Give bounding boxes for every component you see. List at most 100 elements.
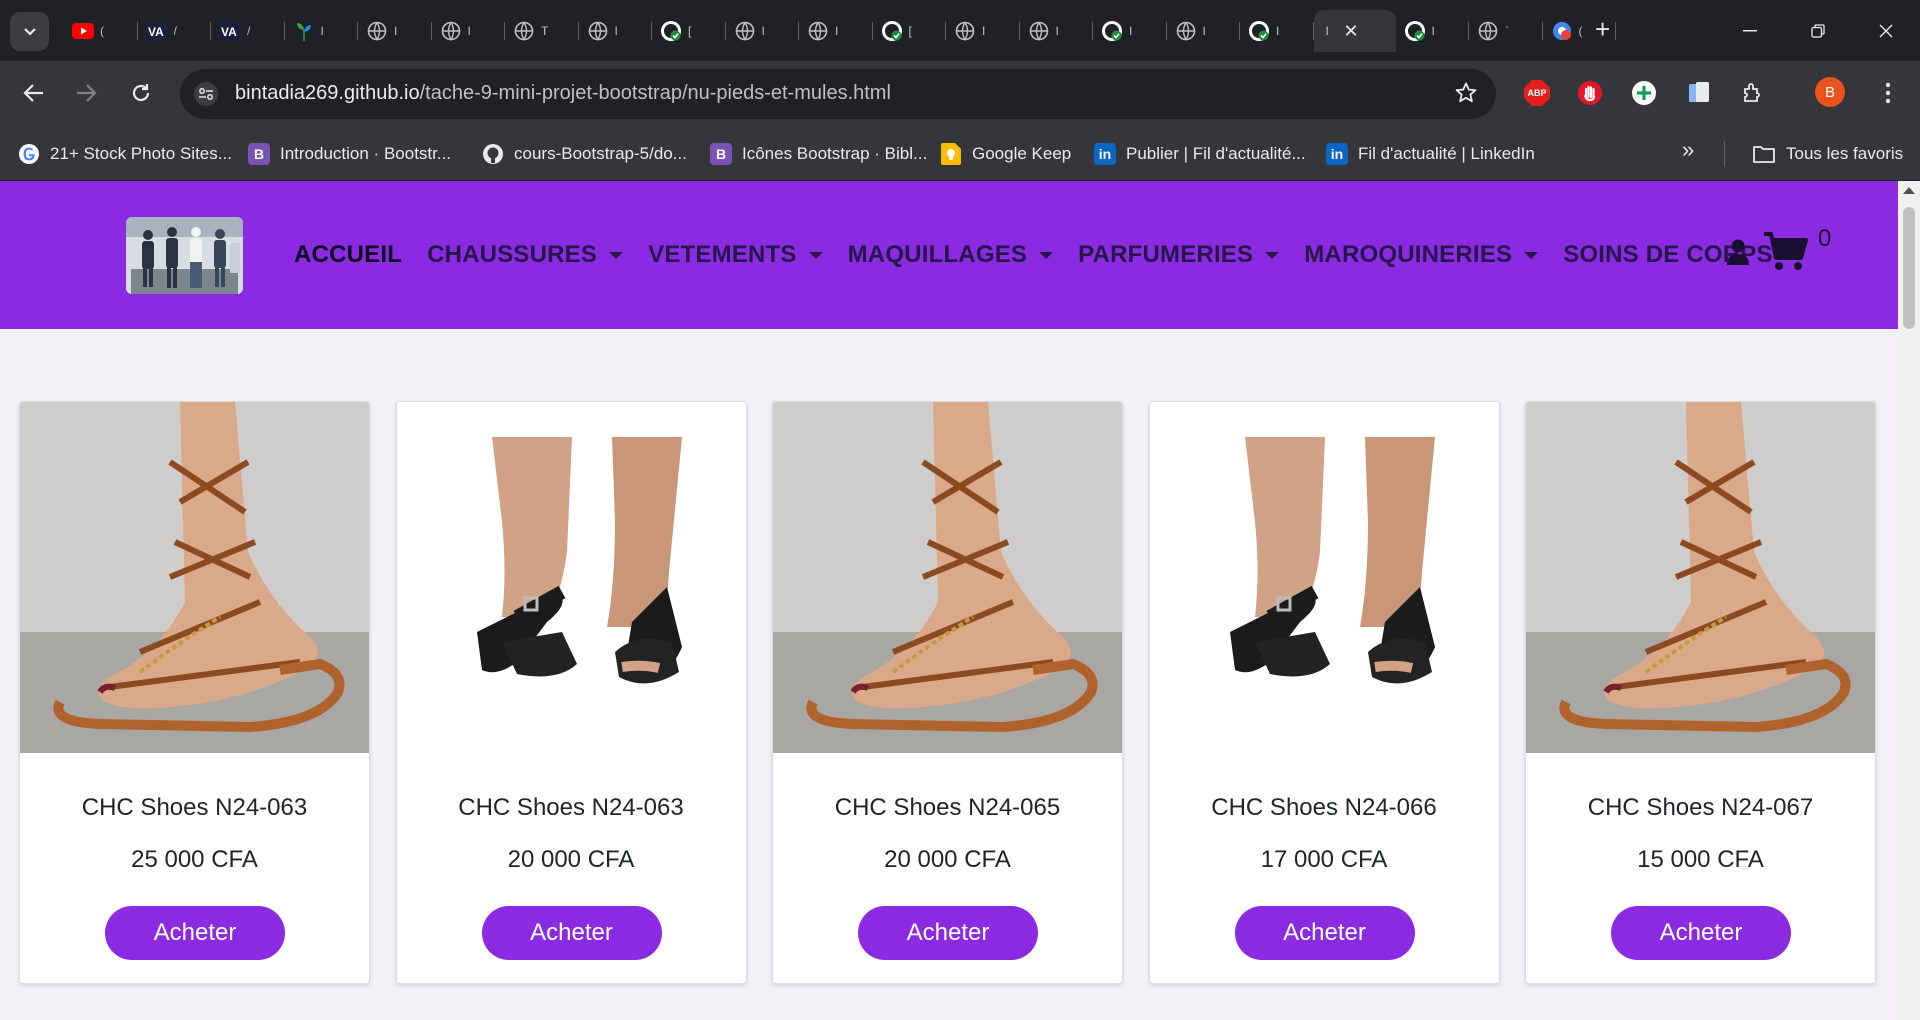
globe-icon [513,20,535,42]
product-price: 20 000 CFA [884,846,1011,873]
nav-item[interactable]: MAQUILLAGES [848,241,1054,269]
github-check-icon [660,20,682,42]
browser-tab[interactable]: [ [873,10,947,52]
site-info-button[interactable] [194,82,218,106]
active-browser-tab[interactable]: I ✕ [1313,10,1396,52]
tab-title: ( [100,24,104,38]
bookmark-star-button[interactable] [1454,81,1478,110]
nav-item-label: CHAUSSURES [427,241,598,268]
nav-item[interactable]: CHAUSSURES [427,241,624,269]
copy-extension[interactable] [1683,77,1715,109]
browser-menu-button[interactable] [1872,77,1904,109]
buy-button[interactable]: Acheter [1234,906,1415,960]
back-button[interactable] [16,75,52,111]
product-image-lace-up-tan-sandal[interactable] [773,402,1122,753]
browser-tab[interactable]: I [1020,10,1094,52]
product-price: 15 000 CFA [1637,846,1764,873]
nav-item[interactable]: PARFUMERIES [1078,241,1280,269]
browser-tab[interactable]: I [1167,10,1241,52]
tab-title: I [835,24,839,38]
bookmark-icon-letter: B [715,146,727,162]
browser-tab[interactable]: T [505,10,579,52]
browser-tab[interactable]: I [726,10,800,52]
buy-button[interactable]: Acheter [1611,906,1791,960]
product-image-black-strap-sandal[interactable] [396,402,746,753]
product-image-lace-up-tan-sandal[interactable] [20,402,369,753]
tab-search-button[interactable] [10,12,49,51]
all-bookmarks-folder[interactable]: Tous les favoris [1752,141,1903,167]
buy-button[interactable]: Acheter [481,906,662,960]
bootstrap-icon: B [248,143,270,165]
browser-tab[interactable]: VA / [138,10,212,52]
browser-tab[interactable]: I [579,10,653,52]
restore-button[interactable] [1784,0,1852,61]
globe-icon [1477,20,1499,42]
close-tab-icon[interactable]: ✕ [1344,21,1359,42]
profile-avatar[interactable]: B [1815,77,1845,107]
product-image-black-strap-sandal[interactable] [1149,402,1499,753]
globe-icon [366,20,388,42]
adblock-plus-extension[interactable]: ABP [1521,77,1553,109]
extensions-menu-button[interactable] [1737,77,1769,109]
user-account-button[interactable] [1727,239,1749,270]
browser-tab[interactable]: I [1396,10,1470,52]
github-check-icon [1101,20,1123,42]
cart-icon [1764,232,1808,270]
product-price: 25 000 CFA [131,846,258,873]
browser-tab[interactable]: VA / [211,10,285,52]
bookmark-item[interactable]: B Icônes Bootstrap · Bibl... [710,141,927,167]
browser-tab[interactable]: [ [652,10,726,52]
buy-button[interactable]: Acheter [105,906,285,960]
product-price: 17 000 CFA [1260,846,1388,873]
arrow-right-icon [77,84,97,102]
tab-title: I [614,24,618,38]
bookmark-item[interactable]: cours-Bootstrap-5/do... [482,141,687,167]
page-scrollbar[interactable] [1898,181,1920,1020]
browser-tab[interactable]: I [285,10,359,52]
browser-tab[interactable]: I [1093,10,1167,52]
product-title: CHC Shoes N24-066 [1211,794,1437,821]
caret-down-icon [1524,251,1539,259]
tab-title: I [394,24,398,38]
browser-tab[interactable]: I [1240,10,1314,52]
url-text[interactable]: bintadia269.github.io/tache-9-mini-proje… [235,82,891,105]
nav-item[interactable]: VETEMENTS [648,241,823,269]
bookmark-item[interactable]: in Fil d'actualité | LinkedIn [1326,141,1535,167]
nav-item[interactable]: ACCUEIL [294,241,402,269]
scroll-up-arrow[interactable] [1903,187,1915,194]
bookmark-item[interactable]: 21+ Stock Photo Sites... [18,141,232,167]
scroll-thumb[interactable] [1903,207,1915,329]
bookmark-item[interactable]: Google Keep [940,141,1071,167]
tab-title: [ [688,24,692,38]
minimize-button[interactable] [1716,0,1784,61]
globe-icon [954,20,976,42]
product-image-lace-up-tan-sandal[interactable] [1526,402,1875,753]
hand-extension[interactable] [1574,77,1606,109]
browser-tab[interactable]: I [358,10,432,52]
site-logo[interactable] [126,217,243,294]
browser-tab[interactable]: I [432,10,506,52]
github-check-icon [881,20,903,42]
browser-tab[interactable]: ( [64,10,138,52]
reload-button[interactable] [123,75,159,111]
browser-tab[interactable]: ` [1469,10,1543,52]
bookmarks-overflow-button[interactable]: » [1682,137,1694,163]
browser-tab[interactable]: I [799,10,873,52]
buy-button[interactable]: Acheter [858,906,1038,960]
url-host: bintadia269.github.io [235,82,420,104]
restore-icon [1811,23,1825,38]
browser-tab[interactable]: I [946,10,1020,52]
bookmark-item[interactable]: B Introduction · Bootstr... [248,141,451,167]
copy-pages-icon [1689,82,1709,102]
nav-item[interactable]: MAROQUINERIES [1304,241,1539,269]
close-window-button[interactable] [1852,0,1920,61]
cart-button[interactable] [1764,231,1808,276]
globe-icon [1028,20,1050,42]
forward-button[interactable] [68,75,104,111]
address-bar[interactable]: bintadia269.github.io/tache-9-mini-proje… [180,69,1496,119]
product-price: 20 000 CFA [507,846,635,873]
bookmark-item[interactable]: in Publier | Fil d'actualité... [1094,141,1306,167]
new-tab-button[interactable]: + [1595,14,1610,44]
puzzle-icon [1744,83,1760,102]
add-extension[interactable] [1628,77,1660,109]
